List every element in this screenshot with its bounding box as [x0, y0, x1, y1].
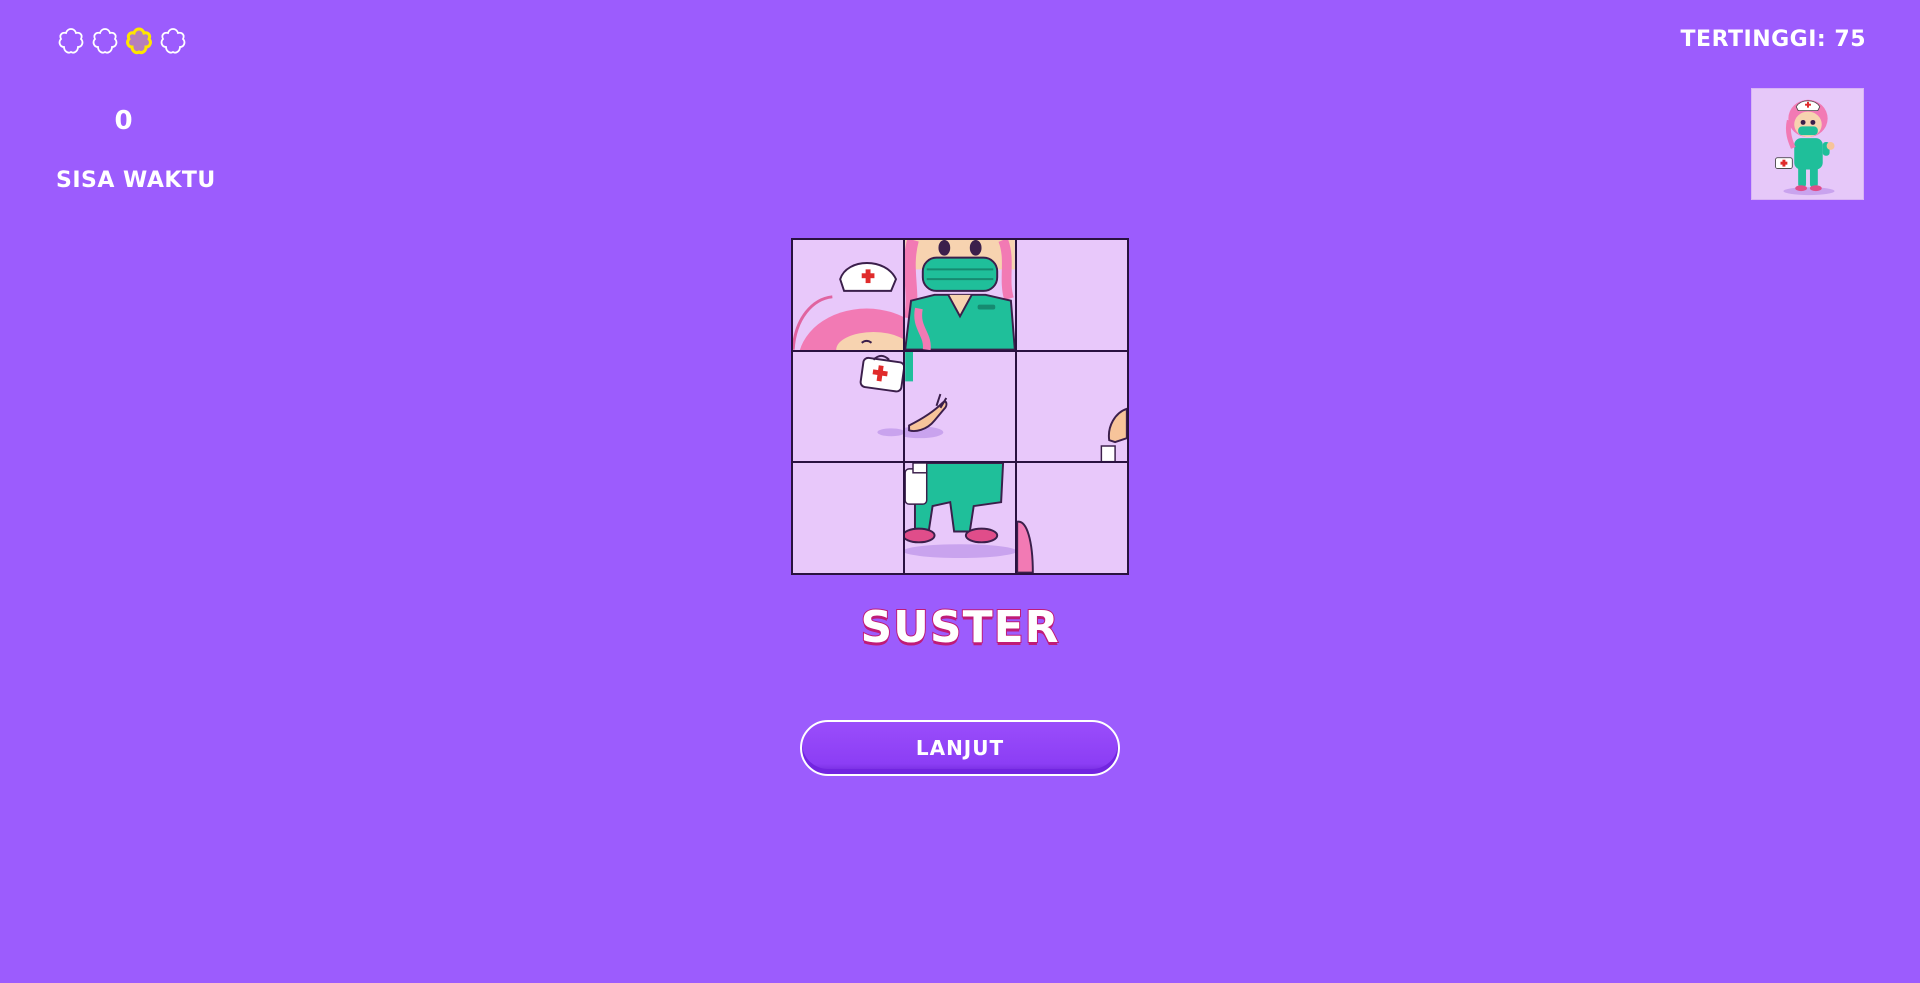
puzzle-tile[interactable]: [792, 462, 904, 574]
puzzle-tile[interactable]: [1016, 462, 1128, 574]
puzzle-tile[interactable]: [1016, 350, 1128, 463]
puzzle-tile[interactable]: [792, 239, 904, 351]
puzzle-board: [791, 238, 1129, 575]
time-remaining-label: SISA WAKTU: [56, 168, 216, 193]
empty-tile-icon: [1017, 240, 1127, 350]
puzzle-tile[interactable]: [904, 462, 1016, 574]
flower-icon: [58, 28, 84, 54]
hair-edge-tile-icon: [1017, 521, 1034, 573]
lives-indicator: [56, 26, 188, 56]
score-value: 0: [114, 106, 133, 136]
waving-hand-tile-icon: [905, 351, 948, 438]
puzzle-tile[interactable]: [1016, 239, 1128, 351]
flower-icon: [160, 28, 186, 54]
flower-icon: [126, 27, 152, 55]
highscore-label: TERTINGGI: 75: [1680, 27, 1866, 52]
puzzle-tile[interactable]: [904, 350, 1016, 463]
next-button[interactable]: LANJUT: [800, 720, 1120, 776]
puzzle-tile[interactable]: [904, 239, 1016, 351]
empty-tile-icon: [793, 463, 903, 573]
flower-icon: [92, 28, 118, 54]
puzzle-tile[interactable]: [792, 350, 904, 463]
answer-word: SUSTER: [859, 601, 1060, 654]
nurse-character-icon: [1775, 99, 1835, 196]
medical-kit-tile-icon: [859, 354, 903, 436]
nurse-character-preview: [1751, 88, 1864, 200]
nurse-legs-tile-icon: [905, 463, 1015, 559]
hand-edge-tile-icon: [1100, 407, 1127, 462]
game-screen: 0 SISA WAKTU TERTINGGI: 75 SUSTER LANJUT: [0, 0, 1920, 983]
nurse-face-mask-tile-icon: [905, 240, 1015, 350]
nurse-cap-tile-icon: [793, 262, 903, 350]
